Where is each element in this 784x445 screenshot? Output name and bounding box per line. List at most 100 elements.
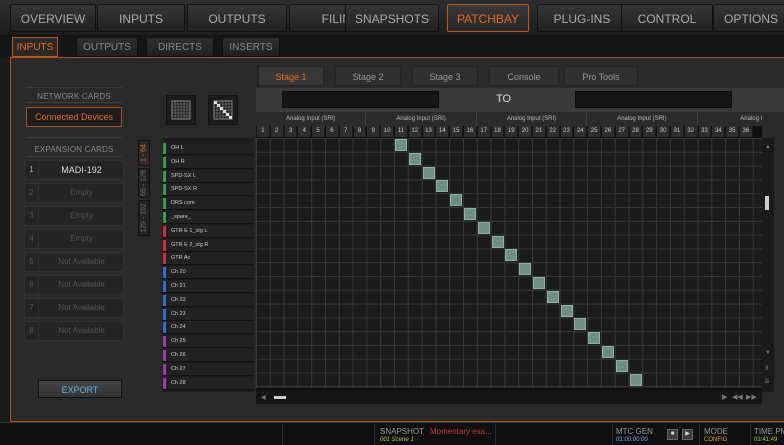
scroll-end-right-icon[interactable]: ▶▶ xyxy=(746,393,757,401)
patch-point[interactable] xyxy=(629,373,642,386)
grid-view-icon[interactable] xyxy=(166,95,196,125)
column-number[interactable]: 3 xyxy=(284,126,298,137)
channel-row[interactable]: SPD-SX L xyxy=(162,169,254,183)
patch-point[interactable] xyxy=(546,290,559,303)
column-number[interactable]: 7 xyxy=(339,126,353,137)
column-number[interactable]: 27 xyxy=(615,126,629,137)
expansion-card-slot[interactable]: 6 Not Available xyxy=(24,275,124,295)
patch-point[interactable] xyxy=(574,318,587,331)
channel-row[interactable]: OH L xyxy=(162,142,254,155)
channel-row[interactable]: Ch 28 xyxy=(162,376,254,390)
expansion-card-slot[interactable]: 5 Not Available xyxy=(24,252,124,272)
patch-point[interactable] xyxy=(602,346,614,358)
horizontal-scrollbar[interactable]: ◀ ▶ ◀◀ ▶▶ xyxy=(256,392,762,404)
tab-control[interactable]: CONTROL xyxy=(621,4,713,32)
column-number[interactable]: 14 xyxy=(436,126,450,137)
patch-point[interactable] xyxy=(450,194,463,207)
column-number[interactable]: 28 xyxy=(629,126,643,137)
bank-tab[interactable]: 1 - 64 xyxy=(138,140,150,166)
column-number[interactable]: 24 xyxy=(574,126,588,137)
channel-row[interactable]: Ch 22 xyxy=(162,293,254,307)
patch-point[interactable] xyxy=(408,152,421,165)
patch-point[interactable] xyxy=(477,221,490,234)
patch-point[interactable] xyxy=(615,359,628,372)
channel-row[interactable]: SPD-SX R xyxy=(162,183,254,197)
column-number[interactable]: 30 xyxy=(657,126,670,137)
stage-tab[interactable]: Pro Tools xyxy=(564,66,638,86)
column-number[interactable]: 5 xyxy=(312,126,325,137)
column-number[interactable]: 26 xyxy=(602,126,615,137)
vertical-scrollbar[interactable]: ▲ ▼ ⇟ ⇊ xyxy=(762,138,774,392)
column-number[interactable]: 12 xyxy=(408,126,422,137)
tab-outputs[interactable]: OUTPUTS xyxy=(187,4,287,32)
column-number[interactable]: 25 xyxy=(588,126,601,137)
column-number[interactable]: 34 xyxy=(712,126,726,137)
expansion-card-slot[interactable]: 4 Empty xyxy=(24,229,124,249)
patch-point[interactable] xyxy=(422,166,435,179)
patch-grid[interactable] xyxy=(256,138,762,388)
scroll-up-icon[interactable]: ▲ xyxy=(765,144,771,150)
patch-point[interactable] xyxy=(533,277,545,289)
bank-tab[interactable]: 65 - 128 xyxy=(138,168,150,198)
channel-row[interactable]: Ch 21 xyxy=(162,280,254,293)
stage-tab[interactable]: Console xyxy=(489,66,559,86)
patch-point[interactable] xyxy=(519,263,532,276)
play-icon[interactable]: ▶ xyxy=(682,429,693,440)
patch-point[interactable] xyxy=(560,304,573,317)
expansion-card-slot[interactable]: 2 Empty xyxy=(24,183,124,203)
channel-row[interactable]: Ch 26 xyxy=(162,349,254,362)
column-number[interactable]: 8 xyxy=(353,126,367,137)
column-number[interactable]: 22 xyxy=(546,126,560,137)
scroll-down-icon[interactable]: ▼ xyxy=(765,350,771,356)
subtab-outputs[interactable]: OUTPUTS xyxy=(76,37,138,57)
channel-row[interactable]: _spare_ xyxy=(162,211,254,224)
expansion-card-slot[interactable]: 1 MADI-192 xyxy=(24,160,124,180)
scroll-thumb[interactable] xyxy=(765,196,769,210)
column-number[interactable]: 23 xyxy=(560,126,574,137)
scroll-left-icon[interactable]: ◀ xyxy=(261,394,266,401)
channel-row[interactable]: Ch 24 xyxy=(162,321,254,335)
column-number[interactable]: 10 xyxy=(381,126,394,137)
channel-row[interactable]: GTR E 1_stg L xyxy=(162,224,254,238)
channel-row[interactable]: GTR E 2_stg R xyxy=(162,238,254,252)
stage-tab[interactable]: Stage 1 xyxy=(258,66,324,86)
subtab-inserts[interactable]: INSERTS xyxy=(222,37,280,57)
tab-plug-ins[interactable]: PLUG-INS xyxy=(537,4,627,32)
patch-matrix[interactable]: Analog Input (SRI) Analog Input (SRI) Anal… xyxy=(256,112,762,392)
column-number[interactable]: 11 xyxy=(395,126,408,137)
column-number[interactable]: 17 xyxy=(477,126,491,137)
column-number[interactable]: 16 xyxy=(464,126,477,137)
stage-tab[interactable]: Stage 2 xyxy=(335,66,401,86)
stage-tab[interactable]: Stage 3 xyxy=(412,66,478,86)
channel-row[interactable]: Ch 27 xyxy=(162,362,254,376)
scroll-step-icon[interactable]: ⇟ xyxy=(764,364,770,372)
channel-row[interactable]: Ch 20 xyxy=(162,266,254,280)
column-number[interactable]: 20 xyxy=(519,126,532,137)
column-number[interactable]: 6 xyxy=(326,126,339,137)
patch-point[interactable] xyxy=(491,235,504,248)
column-number[interactable]: 4 xyxy=(298,126,312,137)
connected-devices-button[interactable]: Connected Devices xyxy=(26,107,122,127)
hscroll-thumb[interactable] xyxy=(274,396,286,399)
scroll-step-right-icon[interactable]: ◀◀ xyxy=(732,393,743,401)
column-number[interactable]: 35 xyxy=(726,126,739,137)
expansion-card-slot[interactable]: 8 Not Available xyxy=(24,321,124,341)
column-number[interactable]: 31 xyxy=(671,126,684,137)
scroll-right-icon[interactable]: ▶ xyxy=(722,393,727,401)
patch-point[interactable] xyxy=(505,249,518,262)
patch-point[interactable] xyxy=(588,332,601,345)
tab-patchbay[interactable]: PATCHBAY xyxy=(447,4,529,32)
subtab-inputs[interactable]: INPUTS xyxy=(12,37,58,57)
channel-row[interactable]: DRS com xyxy=(162,197,254,211)
scroll-end-icon[interactable]: ⇊ xyxy=(764,377,770,385)
column-number[interactable]: 18 xyxy=(491,126,505,137)
channel-row[interactable]: Ch 23 xyxy=(162,307,254,321)
column-number[interactable]: 9 xyxy=(367,126,381,137)
column-number[interactable]: 36 xyxy=(740,126,753,137)
patch-point[interactable] xyxy=(395,139,407,151)
column-number[interactable]: 21 xyxy=(533,126,546,137)
stop-icon[interactable]: ■ xyxy=(667,429,678,440)
column-number[interactable]: 15 xyxy=(450,126,463,137)
column-number[interactable]: 19 xyxy=(505,126,519,137)
export-button[interactable]: EXPORT xyxy=(38,380,122,398)
